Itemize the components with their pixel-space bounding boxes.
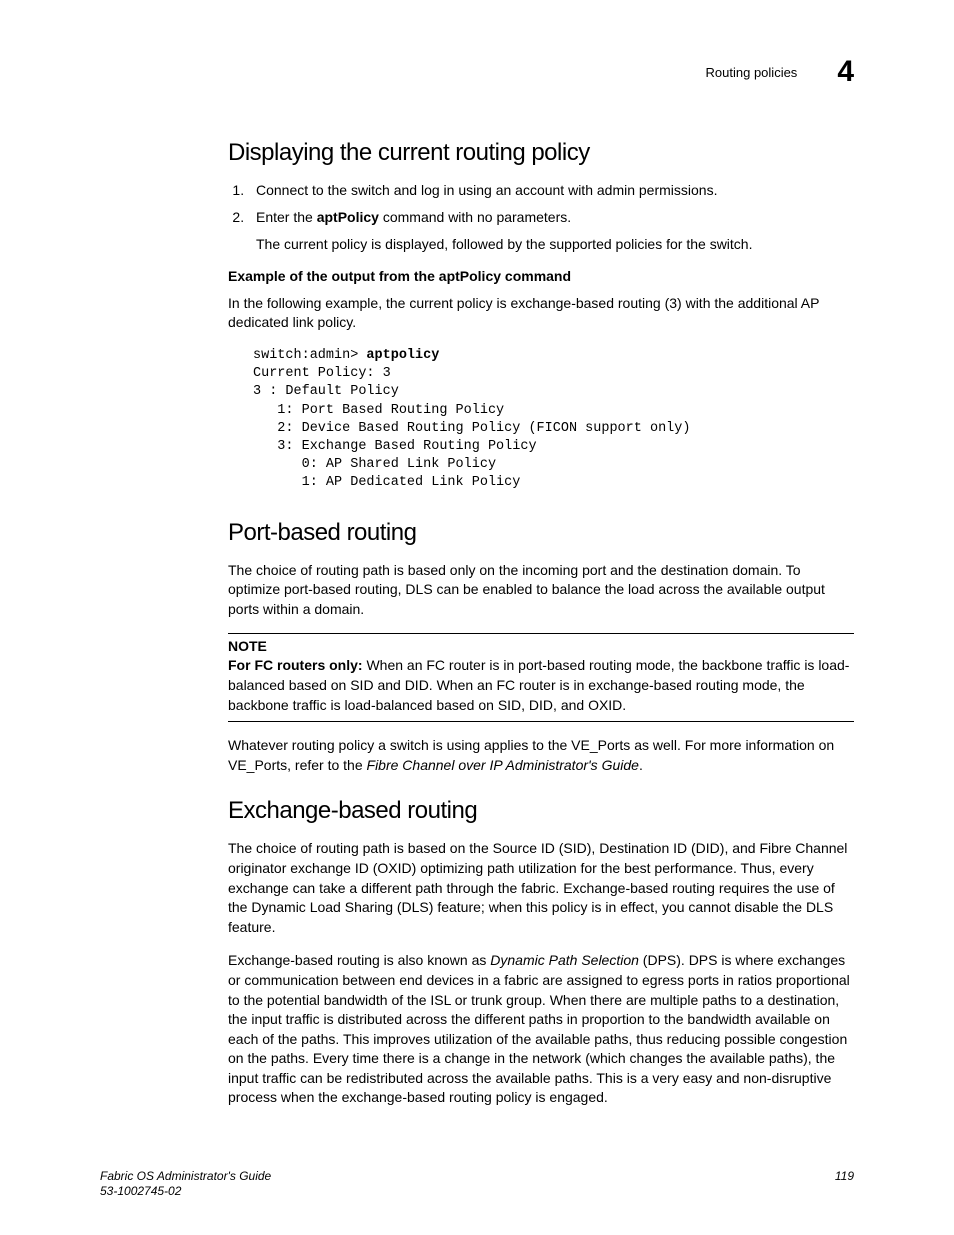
step-2: Enter the aptPolicy command with no para…: [248, 208, 854, 254]
footer-page-number: 119: [835, 1169, 854, 1200]
code-output: switch:admin> aptpolicy Current Policy: …: [253, 347, 854, 493]
footer-left: Fabric OS Administrator's Guide 53-10027…: [100, 1169, 271, 1200]
note-rule-bottom: [228, 721, 854, 722]
note-body: For FC routers only: When an FC router i…: [228, 656, 854, 715]
ebr-para-1: The choice of routing path is based on t…: [228, 839, 854, 937]
page-header: Routing policies 4: [100, 55, 854, 89]
ebr-para-2: Exchange-based routing is also known as …: [228, 951, 854, 1108]
note-rule-top: [228, 633, 854, 634]
chapter-number: 4: [837, 55, 854, 89]
page-footer: Fabric OS Administrator's Guide 53-10027…: [100, 1169, 854, 1200]
steps-list: Connect to the switch and log in using a…: [228, 181, 854, 254]
note-title: NOTE: [228, 638, 854, 654]
heading-exchange-based-routing: Exchange-based routing: [228, 797, 854, 825]
step-2-sub: The current policy is displayed, followe…: [256, 235, 854, 254]
heading-port-based-routing: Port-based routing: [228, 519, 854, 547]
example-intro: In the following example, the current po…: [228, 294, 854, 333]
example-header: Example of the output from the aptPolicy…: [228, 268, 854, 284]
pbr-para-2: Whatever routing policy a switch is usin…: [228, 736, 854, 775]
heading-displaying-routing-policy: Displaying the current routing policy: [228, 139, 854, 167]
header-section: Routing policies: [706, 65, 798, 80]
step-1: Connect to the switch and log in using a…: [248, 181, 854, 200]
pbr-para-1: The choice of routing path is based only…: [228, 561, 854, 620]
